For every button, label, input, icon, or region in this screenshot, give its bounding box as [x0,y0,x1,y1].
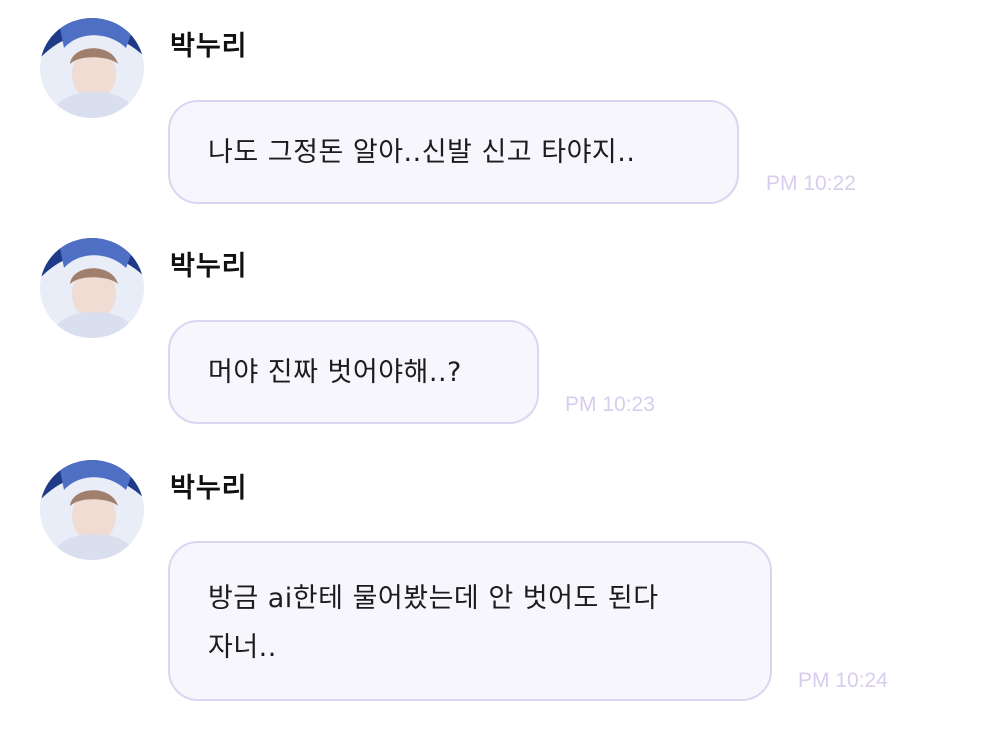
message-text: 머야 진짜 벗어야해..? [208,357,462,388]
sender-name: 박누리 [170,251,248,282]
sender-avatar[interactable] [40,18,144,118]
sender-name: 박누리 [170,473,248,504]
message-text: 나도 그정돈 알아..신발 신고 타야지.. [208,137,636,168]
message-timestamp: PM 10:22 [766,172,856,195]
message-bubble[interactable]: 나도 그정돈 알아..신발 신고 타야지.. [168,100,739,204]
message-timestamp: PM 10:23 [565,393,655,416]
message-text-line-2: 자너.. [208,632,277,663]
profile-photo-icon [40,460,144,560]
message-bubble[interactable]: 머야 진짜 벗어야해..? [168,320,539,424]
message-timestamp: PM 10:24 [798,669,888,692]
message-text-line-1: 방금 ai한테 물어봤는데 안 벗어도 된다 [208,583,659,614]
message-bubble[interactable]: 방금 ai한테 물어봤는데 안 벗어도 된다 자너.. [168,541,772,701]
profile-photo-icon [40,238,144,338]
sender-name: 박누리 [170,31,248,62]
profile-photo-icon [40,18,144,118]
sender-avatar[interactable] [40,238,144,338]
sender-avatar[interactable] [40,460,144,560]
